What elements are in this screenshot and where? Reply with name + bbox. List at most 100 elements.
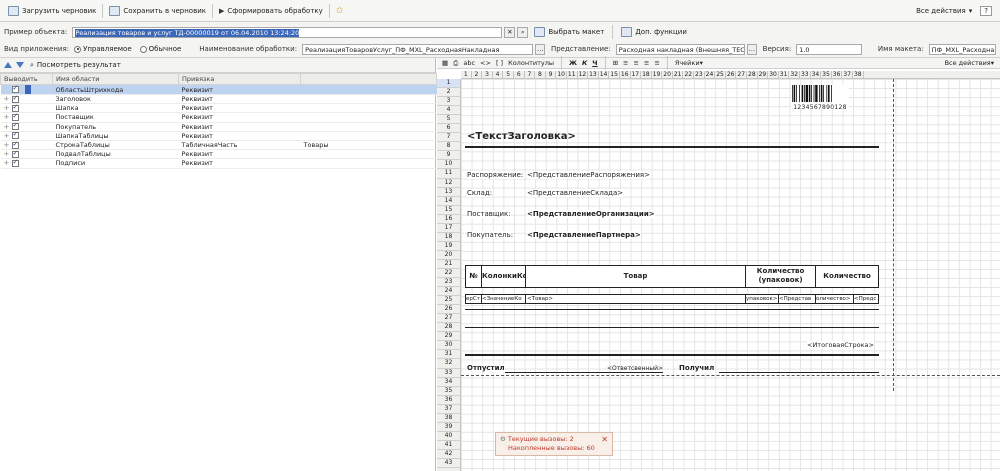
row-number[interactable]: 42 <box>437 450 460 459</box>
row-number[interactable]: 18 <box>437 233 460 242</box>
align-right-icon[interactable]: ≡ <box>644 59 649 67</box>
row-number[interactable]: 4 <box>437 106 460 116</box>
row-number[interactable]: 40 <box>437 432 460 441</box>
table-icon[interactable]: ▦ <box>442 59 448 67</box>
column-number[interactable]: 7 <box>525 71 536 78</box>
column-number[interactable]: 29 <box>758 71 769 78</box>
column-number[interactable]: 14 <box>599 71 610 78</box>
row-number[interactable]: 8 <box>437 142 460 152</box>
column-number[interactable]: 13 <box>588 71 599 78</box>
version-field[interactable]: 1.0 <box>796 43 862 55</box>
column-header-area-name[interactable]: Имя области <box>52 73 179 85</box>
row-number[interactable]: 43 <box>437 459 460 469</box>
row-number[interactable]: 9 <box>437 151 460 161</box>
column-number[interactable]: 26 <box>726 71 737 78</box>
column-number[interactable]: 21 <box>673 71 684 78</box>
column-number[interactable]: 38 <box>853 71 864 78</box>
column-header-binding[interactable]: Привязка <box>178 73 301 85</box>
choose-layout-button[interactable]: Выбрать макет <box>530 24 608 40</box>
print-icon[interactable]: ⎙ <box>453 59 458 68</box>
output-checkbox[interactable] <box>11 140 19 149</box>
sheet-grid[interactable]: 1234567890128 <ТекстЗаголовка> Распоряже… <box>461 79 1000 471</box>
table-row[interactable]: + ШапкаРеквизит <box>0 103 437 114</box>
column-number[interactable]: 30 <box>768 71 779 78</box>
row-number[interactable]: 6 <box>437 124 460 134</box>
row-number[interactable]: 31 <box>437 350 460 360</box>
column-number[interactable]: 12 <box>578 71 589 78</box>
column-number[interactable]: 28 <box>747 71 758 78</box>
row-number[interactable]: 32 <box>437 359 460 369</box>
spreadsheet[interactable]: 1 2 3 4 5 6 7 8 9 10 11 12 13 14 15 16 17 18 19 20 21 22 23 24 2… <box>437 71 1000 471</box>
row-number[interactable]: 19 <box>437 242 460 251</box>
column-number[interactable]: 27 <box>736 71 748 78</box>
move-down-icon[interactable] <box>16 62 24 68</box>
column-number[interactable]: 8 <box>535 71 546 78</box>
column-number[interactable]: 11 <box>567 71 578 78</box>
table-row[interactable]: + ЗаголовокРеквизит <box>0 94 437 105</box>
output-checkbox[interactable] <box>11 150 19 158</box>
row-number[interactable]: 37 <box>437 405 460 414</box>
row-number[interactable]: 41 <box>437 441 460 450</box>
underline-icon[interactable]: Ч <box>592 59 597 67</box>
processing-name-select-button[interactable]: … <box>535 43 545 55</box>
column-number[interactable]: 15 <box>609 71 620 78</box>
table-row[interactable]: ОбластьШтрихкодаРеквизит <box>0 84 437 95</box>
align-justify-icon[interactable]: ≡ <box>654 59 659 67</box>
table-row[interactable]: + ШапкаТаблицыРеквизит <box>0 131 437 141</box>
table-row[interactable]: + ПоставщикРеквизит <box>0 112 437 123</box>
processing-name-field[interactable]: РеализацияТоваровУслуг_ПФ_MXL_РасходнаяН… <box>302 43 534 55</box>
spell-button[interactable]: аbc <box>463 59 475 67</box>
expand-icon[interactable]: + <box>4 95 10 103</box>
table-row[interactable]: + ПодвалТаблицыРеквизит <box>0 149 437 160</box>
row-number[interactable]: 25 <box>437 296 460 306</box>
column-number[interactable]: 22 <box>683 71 695 78</box>
table-row[interactable]: + СтрокаТаблицыТабличнаяЧастьТовары <box>0 140 437 151</box>
column-number[interactable]: 20 <box>662 71 673 78</box>
row-number[interactable]: 20 <box>437 251 460 260</box>
column-number[interactable]: 6 <box>514 71 525 78</box>
headers-footers-button[interactable]: Колонтитулы <box>508 59 554 67</box>
row-number[interactable]: 26 <box>437 305 460 315</box>
output-checkbox[interactable] <box>11 159 19 167</box>
column-number[interactable]: 37 <box>842 71 853 78</box>
brackets-icon[interactable]: [ ] <box>496 59 503 67</box>
column-number[interactable]: 3 <box>482 71 493 78</box>
row-number[interactable]: 27 <box>437 314 460 324</box>
save-draft-button[interactable]: Сохранить в черновик <box>105 3 210 19</box>
star-button[interactable]: ✩ <box>332 3 348 19</box>
column-number[interactable]: 1 <box>461 71 472 78</box>
output-checkbox[interactable] <box>11 113 19 121</box>
layout-name-field[interactable]: ПФ_MXL_РасходнаяН <box>928 43 996 55</box>
table-row[interactable]: + ПокупательРеквизит <box>0 122 437 132</box>
output-checkbox[interactable] <box>11 104 19 112</box>
row-number[interactable]: 38 <box>437 414 460 423</box>
extra-functions-button[interactable]: Доп. функции <box>617 24 691 40</box>
column-number[interactable]: 5 <box>503 71 514 78</box>
help-button[interactable]: ? <box>976 3 996 19</box>
expand-icon[interactable]: + <box>4 141 10 149</box>
expand-icon[interactable]: + <box>4 104 10 112</box>
column-number[interactable]: 10 <box>556 71 567 78</box>
align-left-icon[interactable]: ≡ <box>623 59 628 67</box>
output-checkbox[interactable] <box>11 131 19 140</box>
representation-select-button[interactable]: … <box>747 43 757 55</box>
row-number[interactable]: 33 <box>437 369 460 378</box>
expand-icon[interactable]: + <box>4 159 10 167</box>
row-number[interactable]: 16 <box>437 215 460 224</box>
column-number[interactable]: 31 <box>779 71 790 78</box>
row-number[interactable]: 1 <box>437 79 460 89</box>
row-number[interactable]: 15 <box>437 206 460 215</box>
row-number[interactable]: 29 <box>437 332 460 342</box>
output-checkbox[interactable] <box>11 122 19 131</box>
column-number[interactable]: 24 <box>705 71 716 78</box>
all-actions-menu[interactable]: Все действия ▾ <box>912 3 976 19</box>
column-header-output[interactable]: Выводить <box>0 73 53 85</box>
column-number[interactable]: 34 <box>811 71 822 78</box>
column-number[interactable]: 32 <box>789 71 800 78</box>
column-number[interactable]: 23 <box>694 71 705 78</box>
output-checkbox[interactable] <box>11 85 19 93</box>
column-number[interactable]: 19 <box>652 71 663 78</box>
column-number[interactable]: 33 <box>800 71 811 78</box>
row-number[interactable]: 14 <box>437 197 460 206</box>
expand-icon[interactable]: + <box>4 150 10 158</box>
